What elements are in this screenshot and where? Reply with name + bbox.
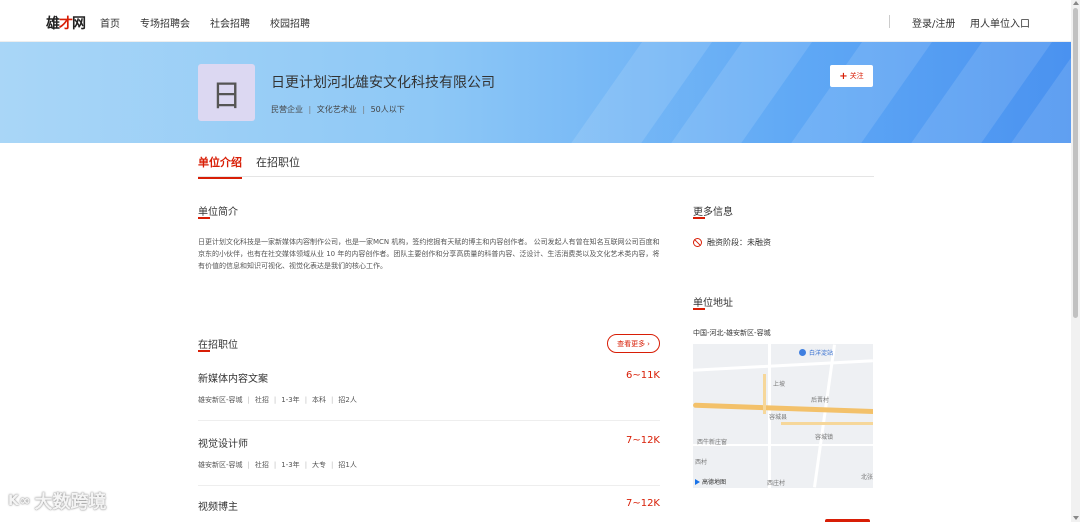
job-kind: 社招 (254, 396, 269, 404)
ban-icon (693, 238, 702, 247)
job-headcount: 招1人 (338, 461, 357, 469)
job-location: 雄安新区-容城 (198, 461, 243, 469)
address-text: 中国-河北-雄安新区-容城 (693, 329, 771, 337)
map-label: 容城县 (769, 414, 788, 421)
address-title: 单位地址 (693, 298, 733, 309)
jobs-title-underline (198, 350, 210, 352)
more-info-underline (693, 217, 705, 219)
company-tabs: 单位介绍 在招职位 (198, 153, 874, 179)
company-industry: 文化艺术业 (316, 105, 357, 114)
watermark-logo: K∞ (8, 493, 31, 509)
map-label: 西村 (695, 459, 708, 466)
view-more-button[interactable]: 查看更多 › (607, 334, 660, 353)
follow-label: 关注 (849, 72, 864, 80)
job-experience: 1-3年 (281, 396, 300, 404)
job-meta: 雄安新区-容城 | 社招 | 1-3年 | 本科 | 招2人 (198, 396, 357, 404)
nav-divider (889, 15, 890, 28)
company-map[interactable]: 白洋淀站 上坡 后晋村 容城县 容城镇 西牛新庄窗 西村 西庄村 北张 高德地图 (693, 344, 873, 488)
map-label: 上坡 (773, 381, 786, 388)
scroll-thumb[interactable] (1073, 8, 1078, 318)
tab-company-intro[interactable]: 单位介绍 (198, 154, 242, 179)
more-info-title: 更多信息 (693, 207, 733, 218)
map-label: 西牛新庄窗 (697, 439, 728, 446)
nav-home[interactable]: 首页 (100, 15, 120, 30)
company-name: 日更计划河北雄安文化科技有限公司 (271, 75, 495, 91)
logo-char-2: 才 (59, 16, 73, 32)
company-tags: 民营企业 | 文化艺术业 | 50人以下 (271, 105, 405, 114)
view-more-label: 查看更多 (617, 339, 646, 348)
nav-job-fair[interactable]: 专场招聘会 (140, 15, 190, 30)
login-register-link[interactable]: 登录/注册 (912, 15, 955, 30)
page-scrollbar[interactable] (1071, 0, 1080, 522)
company-banner: 日 日更计划河北雄安文化科技有限公司 民营企业 | 文化艺术业 | 50人以下 … (0, 42, 1071, 143)
job-headcount: 招2人 (338, 396, 357, 404)
amap-icon (695, 478, 700, 485)
station-icon (799, 349, 806, 356)
nav-campus-recruit[interactable]: 校园招聘 (270, 15, 310, 30)
job-meta: 雄安新区-容城 | 社招 | 1-3年 | 大专 | 招1人 (198, 461, 357, 469)
intro-text: 日更计划文化科技是一家新媒体内容制作公司，也是一家MCN 机构，签约挖掘有天赋的… (198, 238, 660, 270)
company-logo: 日 (198, 64, 255, 121)
map-label: 后晋村 (811, 397, 830, 404)
financing-stage-text: 融资阶段：未融资 (707, 238, 771, 247)
chevron-right-icon: › (647, 339, 650, 348)
nav-social-recruit[interactable]: 社会招聘 (210, 15, 250, 30)
jobs-title: 在招职位 (198, 340, 238, 351)
plus-icon: + (839, 70, 848, 82)
scroll-down-arrow-icon[interactable] (1073, 516, 1079, 520)
job-salary: 7~12K (625, 435, 660, 446)
map-label: 容城镇 (815, 434, 834, 441)
job-location: 雄安新区-容城 (198, 396, 243, 404)
company-type: 民营企业 (271, 105, 303, 114)
watermark: K∞ 大数跨境 (8, 488, 107, 514)
company-size: 50人以下 (370, 105, 405, 114)
amap-brand: 高德地图 (702, 479, 727, 486)
job-education: 大专 (312, 461, 327, 469)
job-kind: 社招 (254, 461, 269, 469)
job-experience: 1-3年 (281, 461, 300, 469)
intro-title: 单位简介 (198, 207, 238, 218)
job-divider (198, 420, 660, 421)
job-title[interactable]: 视觉设计师 (198, 435, 248, 450)
map-label: 北张 (861, 474, 873, 481)
job-title[interactable]: 视频博主 (198, 498, 238, 513)
job-title[interactable]: 新媒体内容文案 (198, 370, 268, 385)
map-label: 西庄村 (767, 480, 786, 487)
job-education: 本科 (312, 396, 327, 404)
intro-title-underline (198, 217, 210, 219)
amap-logo: 高德地图 (695, 477, 726, 486)
top-navbar: 雄才网 首页 专场招聘会 社会招聘 校园招聘 登录/注册 用人单位入口 (0, 0, 1071, 42)
job-salary: 7~12K (625, 498, 660, 509)
financing-stage: 融资阶段：未融资 (693, 237, 771, 248)
main-nav: 首页 专场招聘会 社会招聘 校园招聘 (100, 15, 310, 30)
address-underline (693, 308, 705, 310)
scroll-up-arrow-icon[interactable] (1073, 1, 1079, 5)
logo-char-3: 网 (72, 16, 86, 32)
tab-open-positions[interactable]: 在招职位 (256, 154, 300, 177)
job-divider (198, 485, 660, 486)
logo-char-1: 雄 (46, 16, 60, 32)
watermark-text: 大数跨境 (34, 492, 107, 513)
employer-entry-link[interactable]: 用人单位入口 (970, 15, 1030, 30)
map-label: 白洋淀站 (809, 350, 834, 357)
site-logo[interactable]: 雄才网 (46, 13, 86, 33)
job-salary: 6~11K (625, 370, 660, 381)
follow-button[interactable]: + 关注 (830, 65, 873, 87)
